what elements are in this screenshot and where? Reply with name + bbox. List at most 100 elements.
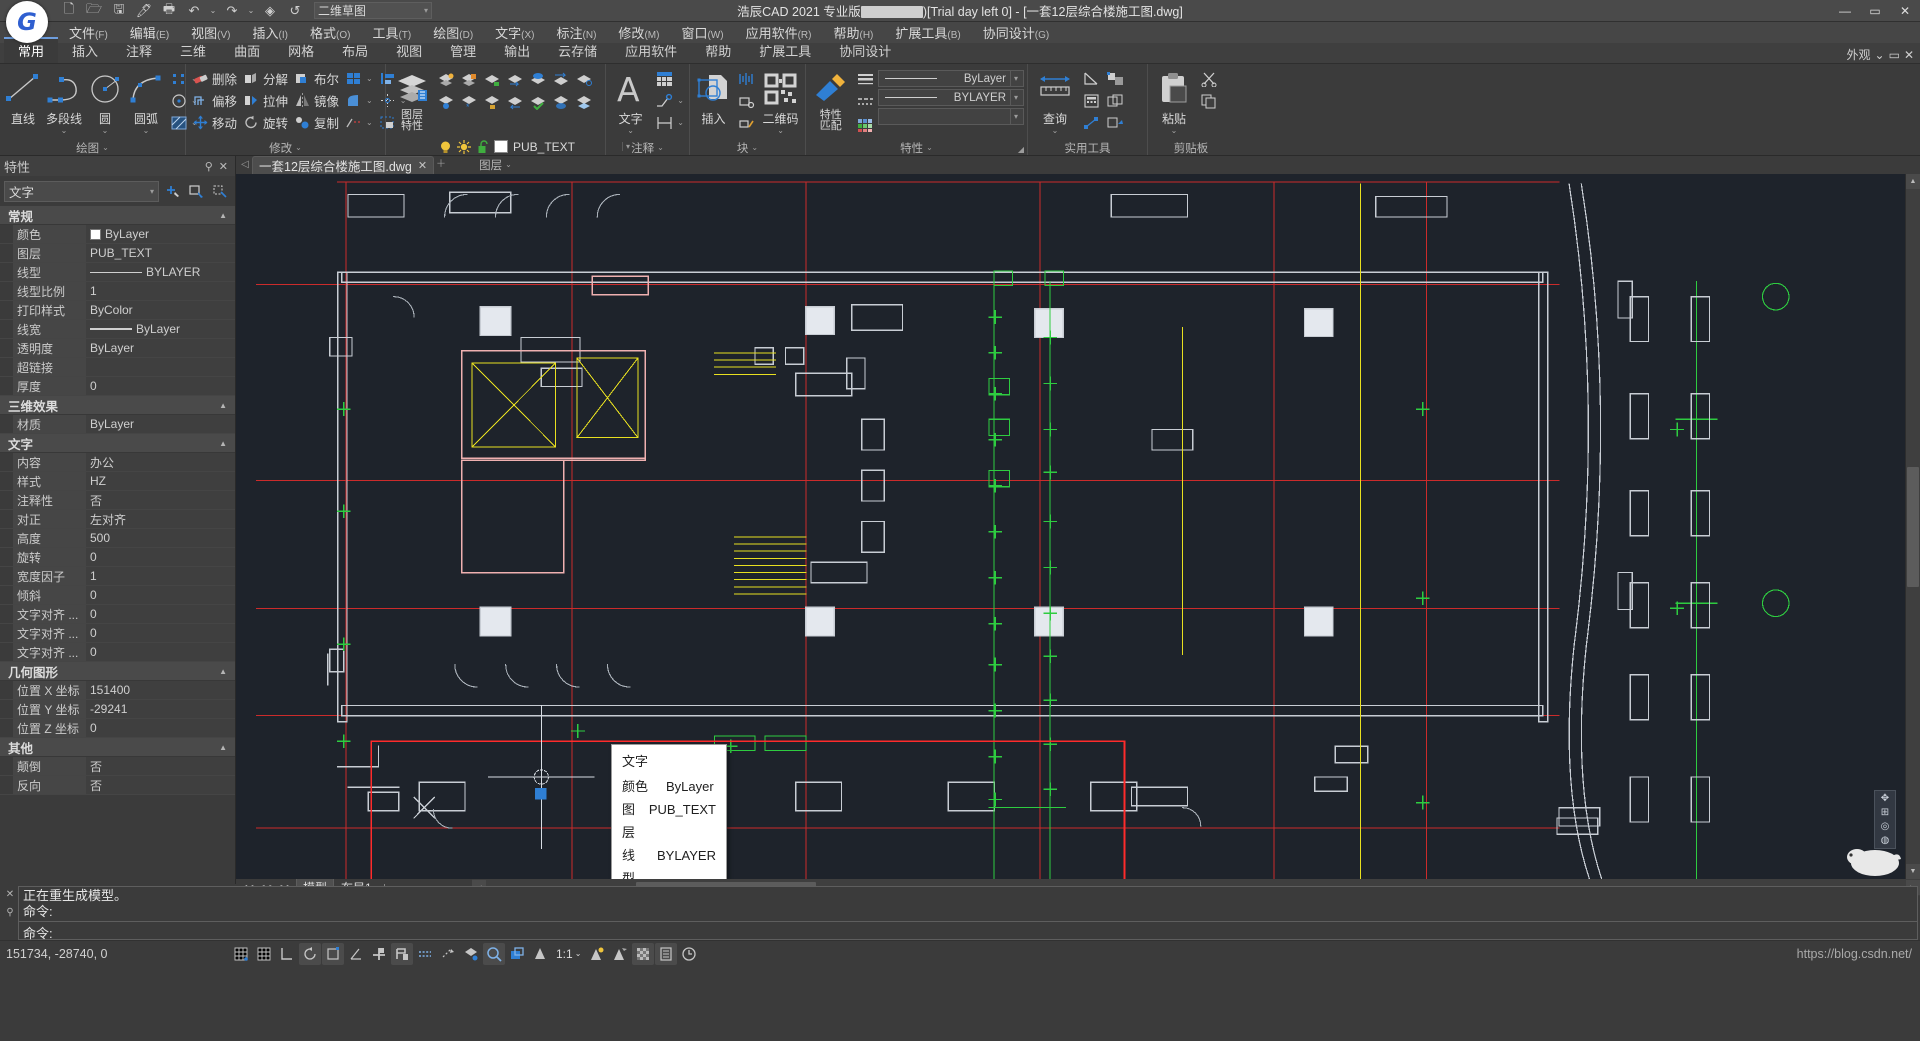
- open-file-icon[interactable]: 🗁: [83, 2, 105, 20]
- circle-tool[interactable]: 圆 ⌄: [85, 66, 125, 134]
- chevron-down-icon[interactable]: ▾: [424, 6, 428, 15]
- property-value-cell[interactable]: ByLayer: [86, 415, 235, 433]
- transparency-toggle[interactable]: [437, 943, 459, 965]
- layer-set-current-icon[interactable]: [527, 69, 549, 90]
- property-row[interactable]: 位置 X 坐标151400: [0, 681, 235, 700]
- coordinates-readout[interactable]: 151734, -28740, 0: [0, 947, 230, 961]
- linetype-combo[interactable]: BYLAYER ▾: [878, 89, 1024, 106]
- stretch-tool[interactable]: 拉伸: [240, 90, 290, 111]
- quick-properties-popup[interactable]: 文字 颜色 ByLayer 图层 PUB_TEXT 线型 BYLAYER: [611, 744, 727, 879]
- property-row[interactable]: 文字对齐 ...0: [0, 605, 235, 624]
- polyline-tool[interactable]: 多段线 ⌄: [44, 66, 84, 134]
- ortho-toggle[interactable]: [276, 943, 298, 965]
- copy-tool[interactable]: 复制: [291, 112, 341, 133]
- pin-icon[interactable]: ⚲: [202, 160, 216, 173]
- chevron-down-icon[interactable]: ▾: [1010, 71, 1021, 86]
- layer-lock-icon[interactable]: [481, 91, 503, 112]
- chevron-down-icon[interactable]: ⌄: [366, 74, 373, 83]
- property-row[interactable]: 线型BYLAYER: [0, 263, 235, 282]
- ribbon-tab-2[interactable]: 注释: [112, 39, 166, 63]
- chevron-down-icon[interactable]: ⌄: [366, 96, 373, 105]
- chevron-down-icon[interactable]: ⌄: [102, 127, 109, 134]
- ribbon-tab-1[interactable]: 插入: [58, 39, 112, 63]
- menu-item-14[interactable]: 协同设计(G): [972, 21, 1060, 44]
- vertical-scroll-thumb[interactable]: [1907, 467, 1919, 587]
- scroll-up-icon[interactable]: ▲: [1906, 174, 1920, 189]
- ribbon-tab-5[interactable]: 网格: [274, 39, 328, 63]
- layers-quick-icon[interactable]: ◈: [259, 2, 281, 20]
- chevron-down-icon[interactable]: ⌄: [677, 118, 684, 127]
- chevron-down-icon[interactable]: ⌄: [1875, 48, 1885, 62]
- close-icon[interactable]: ✕: [6, 889, 14, 900]
- chevron-down-icon[interactable]: ⌄: [143, 127, 150, 134]
- line-tool[interactable]: 直线: [3, 66, 43, 127]
- property-value-cell[interactable]: 500: [86, 529, 235, 547]
- property-row[interactable]: 超链接: [0, 358, 235, 377]
- property-row[interactable]: 反向否: [0, 776, 235, 795]
- annotation-scale-combo[interactable]: 1:1 ⌄: [552, 947, 585, 961]
- color-combo[interactable]: ByLayer ▾: [878, 70, 1024, 87]
- linetype-icon-btn[interactable]: [854, 91, 877, 112]
- lineweight-icon-btn[interactable]: [854, 68, 877, 89]
- cut-tool[interactable]: [1198, 68, 1221, 89]
- chevron-up-icon[interactable]: ▲: [219, 211, 227, 220]
- ribbon-tab-10[interactable]: 云存储: [544, 39, 611, 63]
- clean-screen-icon[interactable]: [678, 943, 700, 965]
- redo-icon[interactable]: ↷: [221, 2, 243, 20]
- property-row[interactable]: 颠倒否: [0, 757, 235, 776]
- property-value-cell[interactable]: 0: [86, 548, 235, 566]
- property-value-cell[interactable]: 0: [86, 377, 235, 395]
- property-row[interactable]: 样式HZ: [0, 472, 235, 491]
- new-file-icon[interactable]: 🗋: [58, 2, 80, 20]
- layer-previous-icon[interactable]: [550, 69, 572, 90]
- property-value-cell[interactable]: 0: [86, 643, 235, 661]
- redo-dropdown-icon[interactable]: ⌄: [246, 6, 256, 15]
- chevron-down-icon[interactable]: ⌄: [657, 143, 664, 152]
- match-properties-tool[interactable]: 特性匹配: [809, 66, 853, 132]
- property-group-header-4[interactable]: 其他▲: [0, 738, 235, 757]
- chevron-down-icon[interactable]: ⌄: [61, 127, 68, 134]
- array-tool[interactable]: ⌄: [342, 68, 375, 89]
- save-icon[interactable]: 🖫: [108, 2, 130, 20]
- lineweight-combo[interactable]: ▾: [878, 108, 1024, 125]
- plot-icon[interactable]: 🖶: [158, 2, 180, 20]
- layer-isolate-icon[interactable]: [435, 69, 457, 90]
- overlap-tool[interactable]: [1104, 90, 1127, 111]
- property-row[interactable]: 线型比例1: [0, 282, 235, 301]
- boolean-tool[interactable]: 布尔: [291, 68, 341, 89]
- chevron-down-icon[interactable]: ⌄: [627, 127, 634, 134]
- move-tool[interactable]: 移动: [189, 112, 239, 133]
- chevron-down-icon[interactable]: ⌄: [1171, 127, 1178, 134]
- ribbon-tab-12[interactable]: 帮助: [691, 39, 745, 63]
- property-value-cell[interactable]: 0: [86, 719, 235, 737]
- property-value-cell[interactable]: 1: [86, 567, 235, 585]
- chevron-up-icon[interactable]: ▲: [219, 439, 227, 448]
- ribbon-tab-13[interactable]: 扩展工具: [745, 39, 825, 63]
- property-value-cell[interactable]: ByLayer: [86, 225, 235, 243]
- vertical-scrollbar[interactable]: ▲ ▼: [1905, 174, 1920, 879]
- command-line-box[interactable]: 正在重生成模型。 命令: 命令:: [18, 886, 1918, 940]
- layer-freeze-icon[interactable]: [458, 69, 480, 90]
- property-value-cell[interactable]: [86, 358, 235, 376]
- qrcode-tool[interactable]: 二维码 ⌄: [759, 66, 802, 134]
- close-document-icon[interactable]: ✕: [1904, 48, 1914, 62]
- property-value-cell[interactable]: 151400: [86, 681, 235, 699]
- property-value-cell[interactable]: BYLAYER: [86, 263, 235, 281]
- layer-change-icon[interactable]: [504, 91, 526, 112]
- property-group-header-1[interactable]: 三维效果▲: [0, 396, 235, 415]
- inquiry-tool[interactable]: 查询 ⌄: [1031, 66, 1079, 134]
- layer-merge-icon[interactable]: [504, 69, 526, 90]
- property-value-cell[interactable]: 否: [86, 491, 235, 509]
- chevron-down-icon[interactable]: ⌄: [295, 143, 302, 152]
- refresh-icon[interactable]: ↺: [284, 2, 306, 20]
- polar-toggle[interactable]: [299, 943, 321, 965]
- offset-tool[interactable]: 偏移: [189, 90, 239, 111]
- property-row[interactable]: 宽度因子1: [0, 567, 235, 586]
- chevron-up-icon[interactable]: ▲: [219, 401, 227, 410]
- ribbon-tab-6[interactable]: 布局: [328, 39, 382, 63]
- table-tool[interactable]: [653, 68, 686, 89]
- dimension-tool[interactable]: ⌄: [653, 112, 686, 133]
- otrack-toggle[interactable]: [345, 943, 367, 965]
- property-value-cell[interactable]: 0: [86, 586, 235, 604]
- layer-unlock-icon[interactable]: [481, 69, 503, 90]
